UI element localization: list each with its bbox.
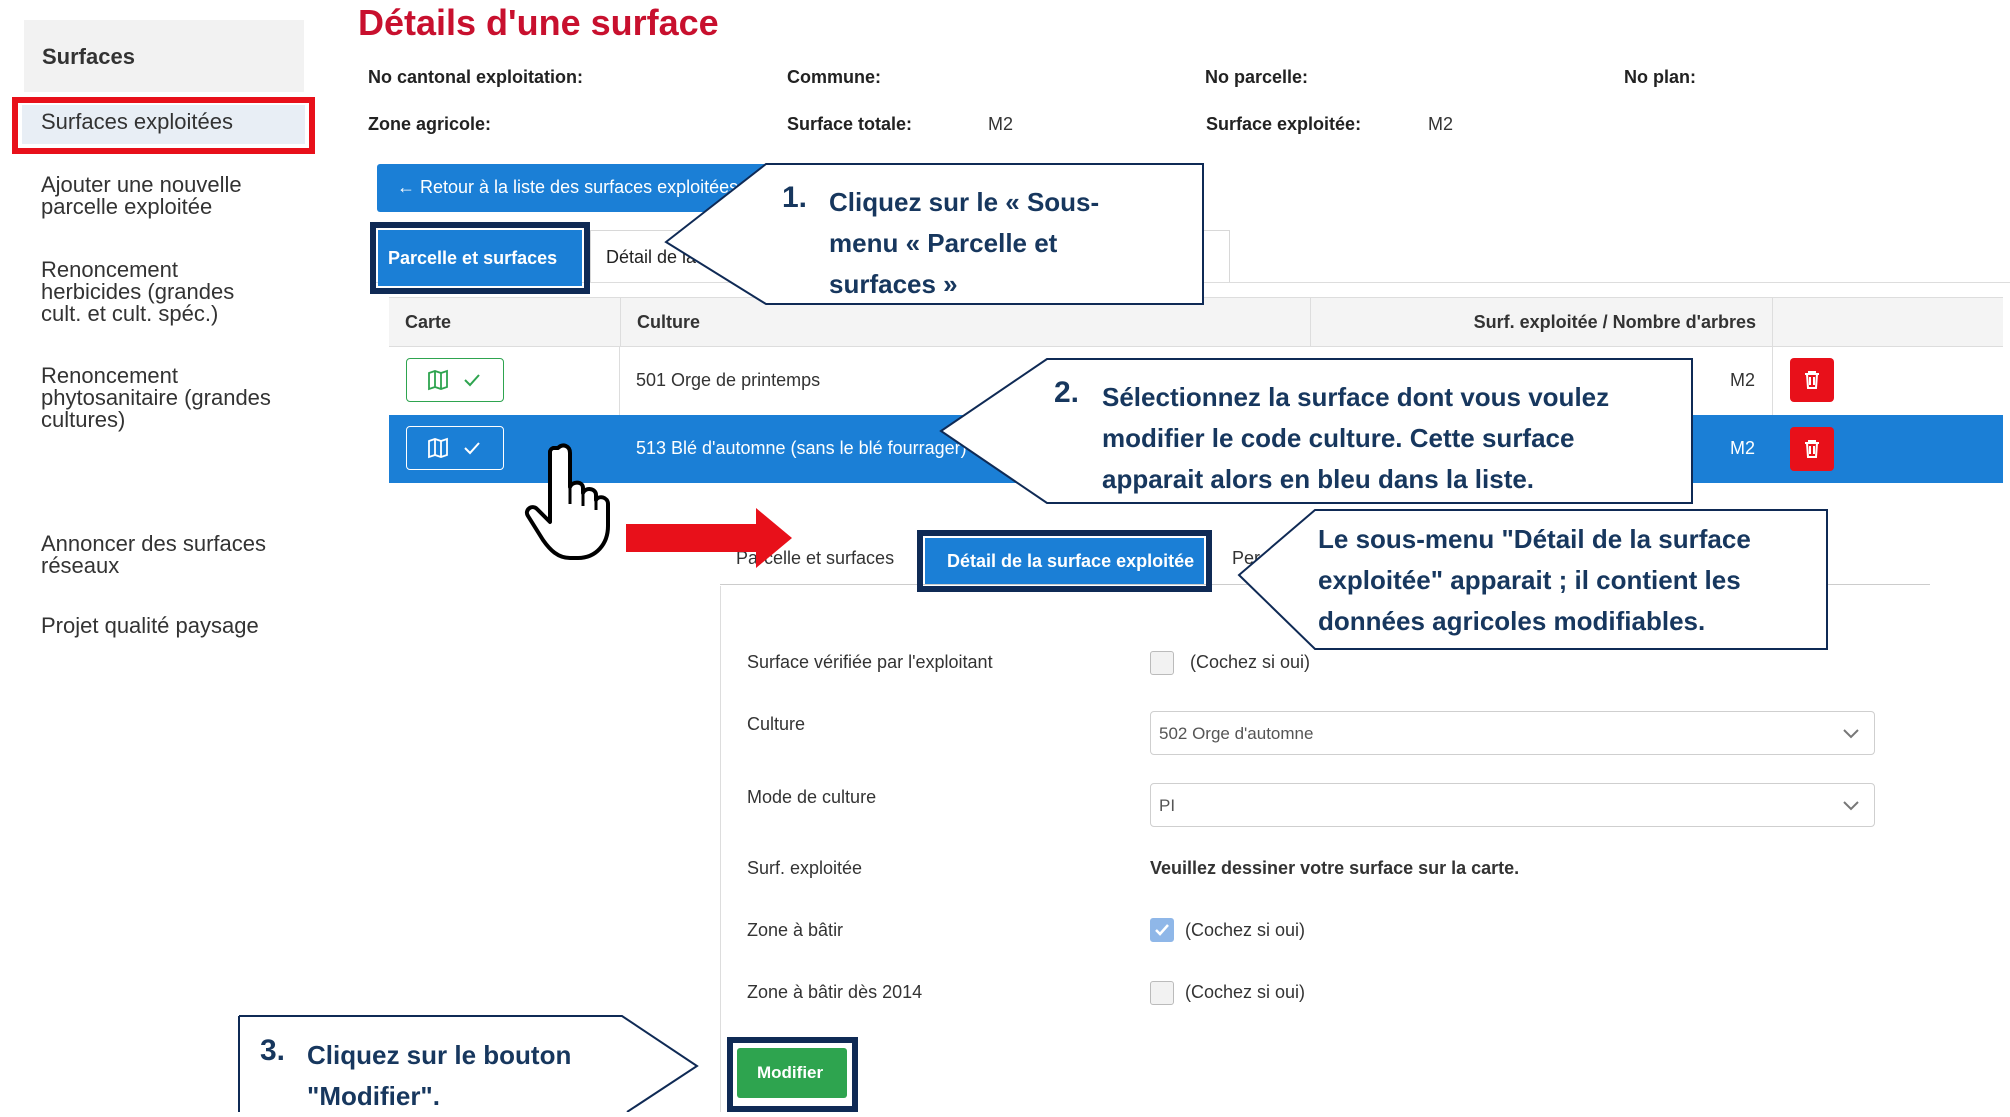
callout-2-line1: Sélectionnez la surface dont vous voulez xyxy=(1102,382,1610,412)
label-zone-batir: Zone à bâtir xyxy=(747,920,844,940)
callout-4-line2: "Modifier". xyxy=(307,1081,440,1111)
trash-icon xyxy=(1805,371,1819,389)
chevron-down-icon xyxy=(1843,729,1859,739)
sidebar-item-ajouter-parcelle[interactable]: Ajouter une nouvelle parcelle exploitée xyxy=(41,174,291,218)
th-carte: Carte xyxy=(389,297,620,347)
map-button[interactable] xyxy=(406,358,504,402)
callout-3-line3: données agricoles modifiables. xyxy=(1318,606,1706,636)
hint-verifiee: (Cochez si oui) xyxy=(1190,652,1311,672)
detail-tab-surface[interactable]: Détail de la surface exploitée xyxy=(925,538,1204,584)
map-check-icon xyxy=(428,369,480,391)
row2-culture: 513 Blé d'automne (sans le blé fourrager… xyxy=(636,438,967,458)
th-surface: Surf. exploitée / Nombre d'arbres xyxy=(1310,297,1772,347)
field-no-plan: No plan: xyxy=(1624,67,1696,87)
surf-message: Veuillez dessiner votre surface sur la c… xyxy=(1150,858,1520,878)
label-culture: Culture xyxy=(747,714,806,734)
surface-exploitee-unit: M2 xyxy=(1428,114,1454,134)
hint-zone-2014: (Cochez si oui) xyxy=(1185,982,1306,1002)
hint-zone-batir: (Cochez si oui) xyxy=(1185,920,1306,940)
row1-culture: 501 Orge de printemps xyxy=(636,370,821,390)
label-mode-culture: Mode de culture xyxy=(747,787,877,807)
delete-button[interactable] xyxy=(1790,427,1834,471)
sidebar-item-renoncement-herbicides[interactable]: Renoncement herbicides (grandes cult. et… xyxy=(41,259,271,325)
checkbox-surface-verifiee[interactable] xyxy=(1150,651,1174,675)
callout-3-line1: Le sous-menu "Détail de la surface xyxy=(1318,524,1751,554)
page-title: Détails d'une surface xyxy=(358,2,719,43)
callout-1-line3: surfaces » xyxy=(829,269,958,299)
map-check-icon xyxy=(428,437,480,459)
culture-select[interactable]: 502 Orge d'automne xyxy=(1150,711,1875,755)
hand-pointer-icon xyxy=(525,443,610,560)
callout-2-line2: modifier le code culture. Cette surface xyxy=(1102,423,1575,453)
tab-parcelle-surfaces[interactable]: Parcelle et surfaces xyxy=(378,230,582,286)
field-surface-exploitee: Surface exploitée: xyxy=(1206,114,1362,134)
field-no-parcelle: No parcelle: xyxy=(1205,67,1309,87)
label-surf-exploitee: Surf. exploitée xyxy=(747,858,863,878)
surface-totale-unit: M2 xyxy=(988,114,1014,134)
field-zone-agricole: Zone agricole: xyxy=(368,114,492,134)
trash-icon xyxy=(1805,440,1819,458)
map-button[interactable] xyxy=(406,426,504,470)
checkbox-zone-batir[interactable] xyxy=(1150,918,1174,942)
callout-1-line2: menu « Parcelle et xyxy=(829,228,1058,258)
mode-culture-select[interactable]: PI xyxy=(1150,783,1875,827)
red-arrow-icon xyxy=(626,508,792,568)
callout-2-number: 2. xyxy=(1054,376,1080,409)
callout-4-line1: Cliquez sur le bouton xyxy=(307,1040,572,1070)
modifier-button[interactable]: Modifier xyxy=(737,1048,847,1098)
sidebar-header: Surfaces xyxy=(24,20,304,92)
field-no-cantonal: No cantonal exploitation: xyxy=(368,67,584,87)
sidebar-item-qualite-paysage[interactable]: Projet qualité paysage xyxy=(41,615,331,637)
field-surface-totale: Surface totale: xyxy=(787,114,913,134)
chevron-down-icon xyxy=(1843,801,1859,811)
sidebar-item-surfaces-reseaux[interactable]: Annoncer des surfaces réseaux xyxy=(41,533,291,577)
row2-surface: M2 xyxy=(1730,438,1756,458)
callout-1-line1: Cliquez sur le « Sous- xyxy=(829,187,1100,217)
sidebar-item-renoncement-phyto[interactable]: Renoncement phytosanitaire (grandes cult… xyxy=(41,365,291,431)
tab-parcelle-label: Parcelle et surfaces xyxy=(388,248,558,268)
sidebar-header-label: Surfaces xyxy=(42,44,135,69)
checkbox-zone-2014[interactable] xyxy=(1150,981,1174,1005)
callout-4-number: 3. xyxy=(260,1034,286,1067)
sidebar-highlight-frame xyxy=(12,97,315,154)
delete-button[interactable] xyxy=(1790,358,1834,402)
th-actions xyxy=(1772,297,2003,347)
field-commune: Commune: xyxy=(787,67,881,87)
callout-2-line3: apparait alors en bleu dans la liste. xyxy=(1102,464,1535,494)
callout-3-line2: exploitée" apparait ; il contient les xyxy=(1318,565,1741,595)
label-surface-verifiee: Surface vérifiée par l'exploitant xyxy=(747,652,993,672)
row1-surface: M2 xyxy=(1730,370,1756,390)
check-icon xyxy=(1155,924,1169,936)
label-zone-2014: Zone à bâtir dès 2014 xyxy=(747,982,923,1002)
callout-1-number: 1. xyxy=(782,181,808,214)
